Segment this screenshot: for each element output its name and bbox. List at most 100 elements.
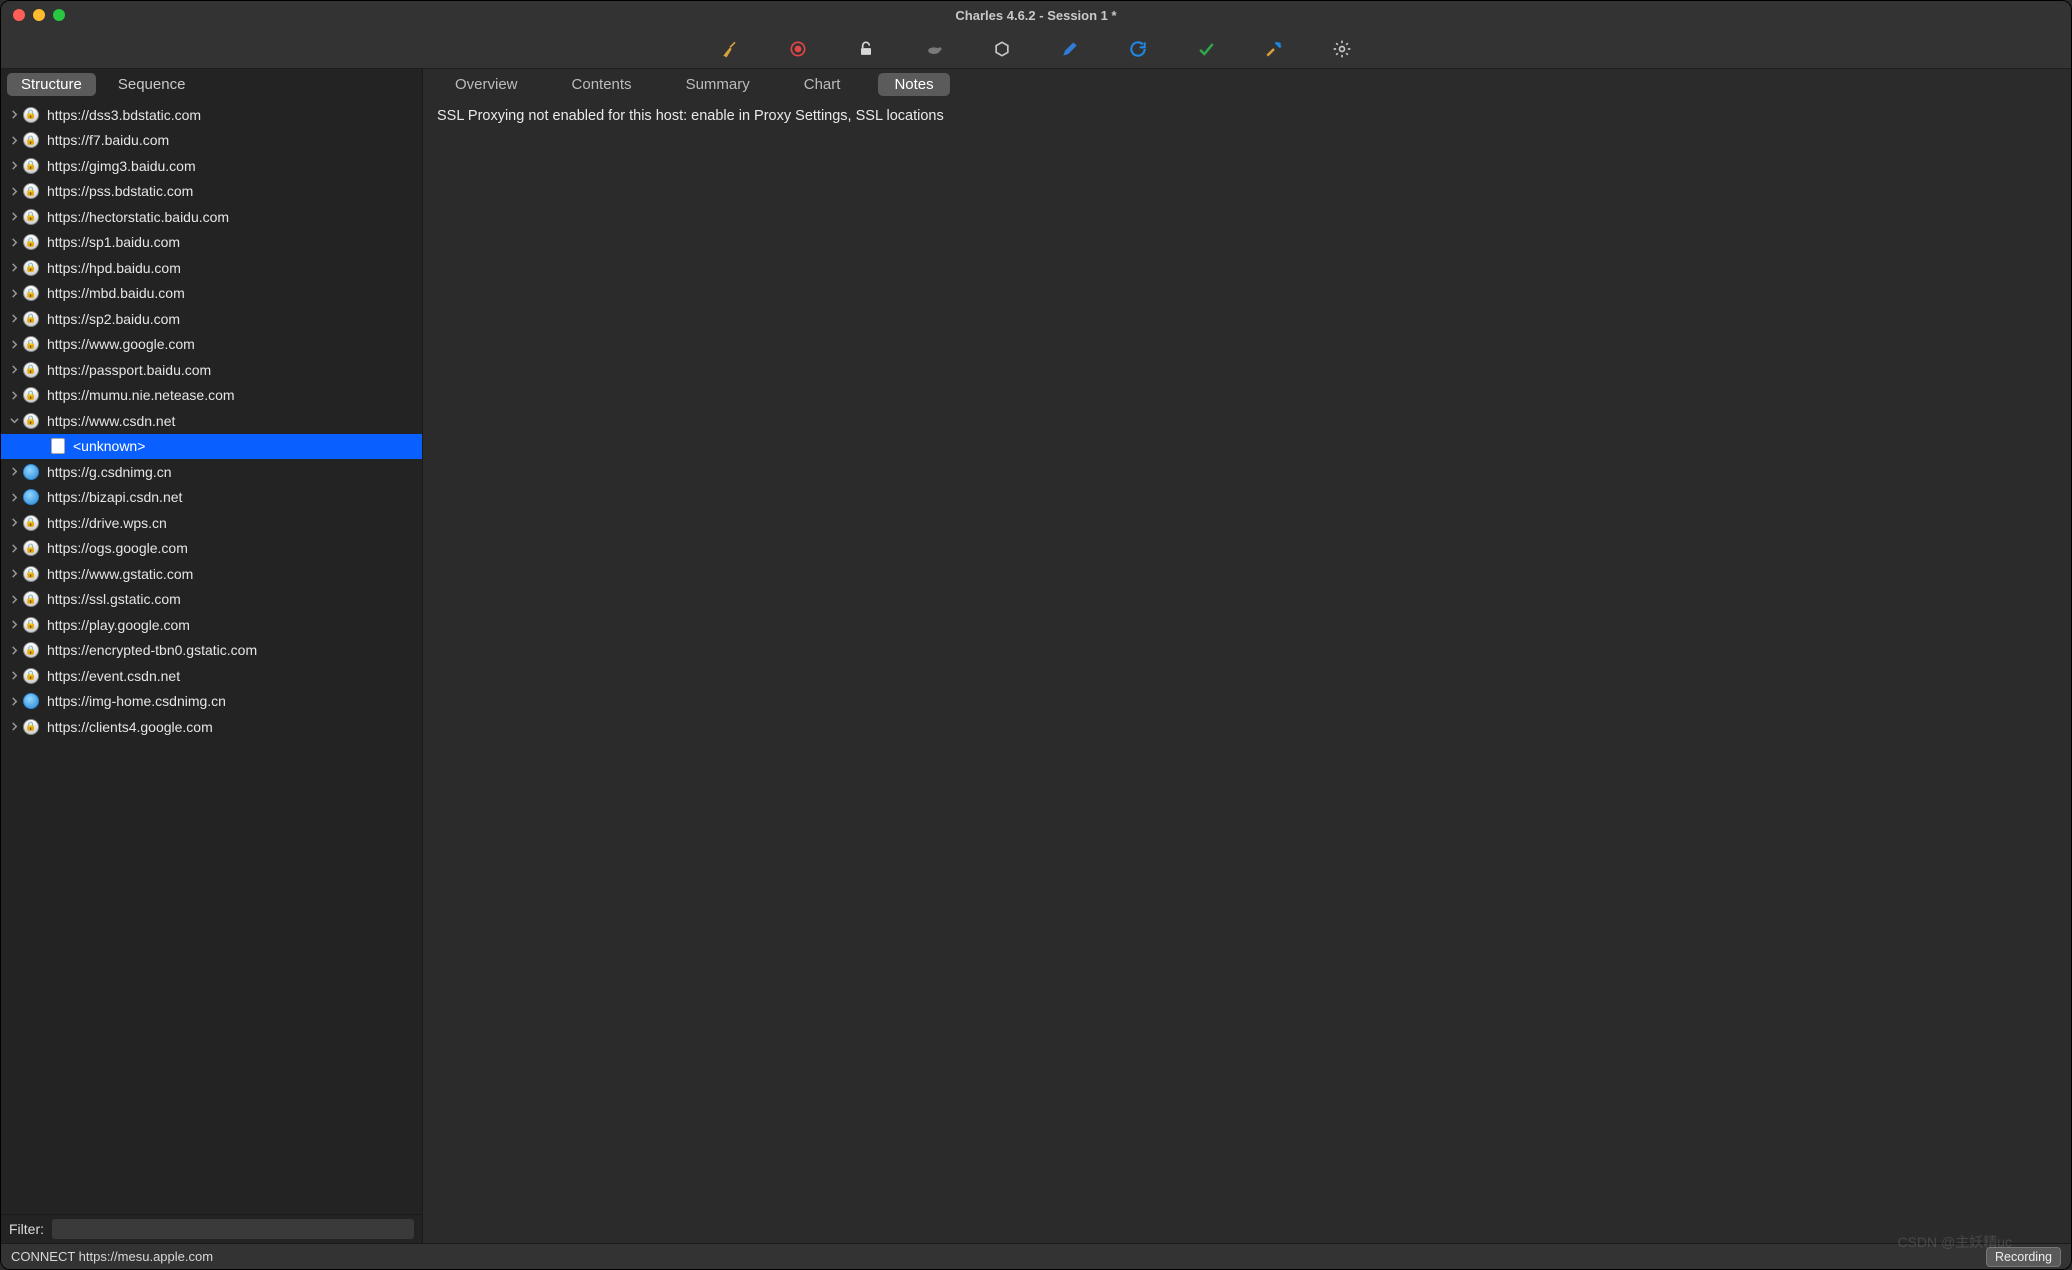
broom-icon[interactable] — [718, 37, 742, 61]
tree-host[interactable]: https://ogs.google.com — [1, 536, 422, 562]
chevron-right-icon[interactable] — [7, 388, 21, 402]
lock-icon — [23, 260, 39, 276]
tree-item-label: https://gimg3.baidu.com — [47, 158, 196, 174]
minimize-button[interactable] — [33, 9, 45, 21]
detail-tab-overview[interactable]: Overview — [439, 73, 534, 96]
sidebar-tab-sequence[interactable]: Sequence — [104, 73, 200, 96]
tree-host[interactable]: https://play.google.com — [1, 612, 422, 638]
sidebar-tab-structure[interactable]: Structure — [7, 73, 96, 96]
filter-input[interactable] — [52, 1219, 414, 1239]
maximize-button[interactable] — [53, 9, 65, 21]
tree-leaf[interactable]: <unknown> — [1, 434, 422, 460]
chevron-right-icon[interactable] — [7, 337, 21, 351]
host-tree[interactable]: https://dss3.bdstatic.comhttps://f7.baid… — [1, 100, 422, 1214]
tree-item-label: https://www.google.com — [47, 336, 195, 352]
tree-item-label: https://ogs.google.com — [47, 540, 188, 556]
close-button[interactable] — [13, 9, 25, 21]
globe-icon — [23, 693, 39, 709]
record-icon[interactable] — [786, 37, 810, 61]
lock-icon — [23, 158, 39, 174]
toolbar — [1, 29, 2071, 69]
chevron-right-icon[interactable] — [7, 133, 21, 147]
tree-host[interactable]: https://pss.bdstatic.com — [1, 179, 422, 205]
chevron-right-icon[interactable] — [7, 235, 21, 249]
lock-icon — [23, 413, 39, 429]
chevron-right-icon[interactable] — [7, 261, 21, 275]
tree-host[interactable]: https://www.csdn.net — [1, 408, 422, 434]
tree-host[interactable]: https://f7.baidu.com — [1, 128, 422, 154]
chevron-right-icon[interactable] — [7, 184, 21, 198]
tree-item-label: https://www.gstatic.com — [47, 566, 193, 582]
tree-host[interactable]: https://dss3.bdstatic.com — [1, 102, 422, 128]
notes-body[interactable]: SSL Proxying not enabled for this host: … — [423, 102, 2071, 1243]
chevron-right-icon[interactable] — [7, 465, 21, 479]
lock-icon — [23, 285, 39, 301]
chevron-right-icon[interactable] — [7, 720, 21, 734]
lock-icon[interactable] — [854, 37, 878, 61]
doc-icon — [51, 438, 65, 454]
validate-icon[interactable] — [1194, 37, 1218, 61]
tree-item-label: https://passport.baidu.com — [47, 362, 211, 378]
tree-host[interactable]: https://hectorstatic.baidu.com — [1, 204, 422, 230]
chevron-right-icon[interactable] — [7, 592, 21, 606]
tree-host[interactable]: https://clients4.google.com — [1, 714, 422, 740]
lock-icon — [23, 566, 39, 582]
tools-icon[interactable] — [1262, 37, 1286, 61]
lock-icon — [23, 719, 39, 735]
chevron-down-icon[interactable] — [7, 414, 21, 428]
tree-host[interactable]: https://mbd.baidu.com — [1, 281, 422, 307]
lock-icon — [23, 668, 39, 684]
chevron-right-icon[interactable] — [7, 312, 21, 326]
compose-icon[interactable] — [1058, 37, 1082, 61]
chevron-right-icon[interactable] — [7, 669, 21, 683]
titlebar: Charles 4.6.2 - Session 1 * — [1, 1, 2071, 29]
detail-tab-contents[interactable]: Contents — [556, 73, 648, 96]
tree-host[interactable]: https://img-home.csdnimg.cn — [1, 689, 422, 715]
chevron-right-icon[interactable] — [7, 541, 21, 555]
tree-host[interactable]: https://passport.baidu.com — [1, 357, 422, 383]
chevron-right-icon[interactable] — [7, 159, 21, 173]
settings-icon[interactable] — [1330, 37, 1354, 61]
content-area: Structure Sequence https://dss3.bdstatic.… — [1, 69, 2071, 1243]
chevron-right-icon[interactable] — [7, 643, 21, 657]
tree-host[interactable]: https://sp1.baidu.com — [1, 230, 422, 256]
tree-host[interactable]: https://sp2.baidu.com — [1, 306, 422, 332]
lock-icon — [23, 617, 39, 633]
chevron-right-icon[interactable] — [7, 567, 21, 581]
detail-tab-summary[interactable]: Summary — [670, 73, 766, 96]
tree-host[interactable]: https://ssl.gstatic.com — [1, 587, 422, 613]
tree-host[interactable]: https://www.google.com — [1, 332, 422, 358]
sidebar-tabbar: Structure Sequence — [1, 69, 422, 100]
chevron-right-icon[interactable] — [7, 516, 21, 530]
chevron-right-icon[interactable] — [7, 694, 21, 708]
lock-icon — [23, 362, 39, 378]
tree-host[interactable]: https://event.csdn.net — [1, 663, 422, 689]
tree-host[interactable]: https://gimg3.baidu.com — [1, 153, 422, 179]
tree-host[interactable]: https://encrypted-tbn0.gstatic.com — [1, 638, 422, 664]
detail-tab-notes[interactable]: Notes — [878, 73, 949, 96]
recording-badge[interactable]: Recording — [1986, 1247, 2061, 1267]
tree-host[interactable]: https://g.csdnimg.cn — [1, 459, 422, 485]
lock-icon — [23, 234, 39, 250]
tree-host[interactable]: https://hpd.baidu.com — [1, 255, 422, 281]
tree-host[interactable]: https://www.gstatic.com — [1, 561, 422, 587]
chevron-right-icon[interactable] — [7, 363, 21, 377]
tree-item-label: https://www.csdn.net — [47, 413, 175, 429]
chevron-right-icon[interactable] — [7, 210, 21, 224]
turtle-icon[interactable] — [922, 37, 946, 61]
detail-tabbar: Overview Contents Summary Chart Notes — [423, 71, 2071, 102]
tree-host[interactable]: https://mumu.nie.netease.com — [1, 383, 422, 409]
globe-icon — [23, 489, 39, 505]
tree-item-label: https://ssl.gstatic.com — [47, 591, 181, 607]
chevron-right-icon[interactable] — [7, 108, 21, 122]
tree-host[interactable]: https://drive.wps.cn — [1, 510, 422, 536]
lock-icon — [23, 515, 39, 531]
breakpoints-icon[interactable] — [990, 37, 1014, 61]
chevron-right-icon[interactable] — [7, 286, 21, 300]
detail-tab-chart[interactable]: Chart — [788, 73, 857, 96]
tree-host[interactable]: https://bizapi.csdn.net — [1, 485, 422, 511]
chevron-right-icon[interactable] — [7, 490, 21, 504]
repeat-icon[interactable] — [1126, 37, 1150, 61]
chevron-right-icon[interactable] — [7, 618, 21, 632]
tree-item-label: https://event.csdn.net — [47, 668, 180, 684]
